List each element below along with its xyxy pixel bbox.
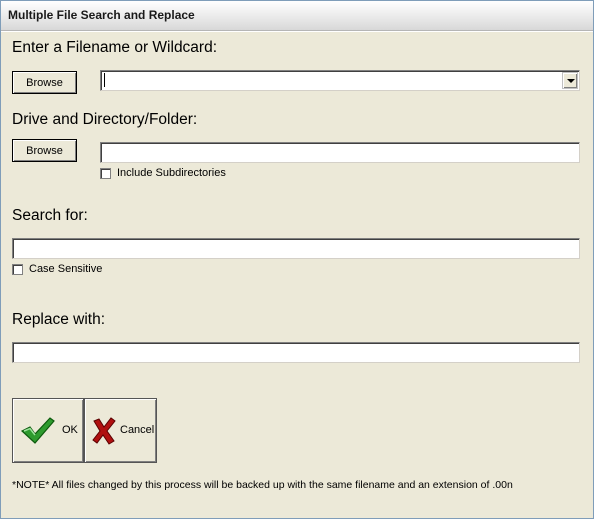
replace-label: Replace with: xyxy=(12,311,106,328)
filename-dropdown-button[interactable] xyxy=(562,72,578,89)
directory-label: Drive and Directory/Folder: xyxy=(12,111,198,128)
backup-note: *NOTE* All files changed by this process… xyxy=(12,479,513,491)
ok-label: OK xyxy=(62,424,78,436)
include-subdirectories-label: Include Subdirectories xyxy=(117,167,226,179)
text-caret xyxy=(104,73,105,87)
replace-input[interactable] xyxy=(12,342,580,363)
directory-browse-button[interactable]: Browse xyxy=(12,139,77,162)
dialog-window: Multiple File Search and Replace Enter a… xyxy=(0,0,594,519)
title-separator xyxy=(1,31,593,32)
include-subdirectories-checkbox[interactable]: Include Subdirectories xyxy=(100,167,226,179)
case-sensitive-box[interactable] xyxy=(12,263,23,275)
cancel-button[interactable]: Cancel xyxy=(84,398,157,463)
cancel-label: Cancel xyxy=(120,424,155,436)
chevron-down-icon xyxy=(567,79,575,83)
green-checkmark-icon xyxy=(20,417,55,444)
include-subdirectories-box[interactable] xyxy=(100,167,111,179)
case-sensitive-checkbox[interactable]: Case Sensitive xyxy=(12,263,102,275)
title-bar[interactable]: Multiple File Search and Replace xyxy=(1,1,593,31)
filename-label: Enter a Filename or Wildcard: xyxy=(12,39,218,56)
filename-browse-button[interactable]: Browse xyxy=(12,71,77,94)
case-sensitive-label: Case Sensitive xyxy=(29,263,103,275)
ok-button[interactable]: OK xyxy=(12,398,84,463)
window-title: Multiple File Search and Replace xyxy=(8,8,195,22)
search-label: Search for: xyxy=(12,207,88,224)
filename-combobox[interactable] xyxy=(100,70,580,91)
search-input[interactable] xyxy=(12,238,580,259)
directory-input[interactable] xyxy=(100,142,580,163)
red-x-icon xyxy=(92,417,116,445)
